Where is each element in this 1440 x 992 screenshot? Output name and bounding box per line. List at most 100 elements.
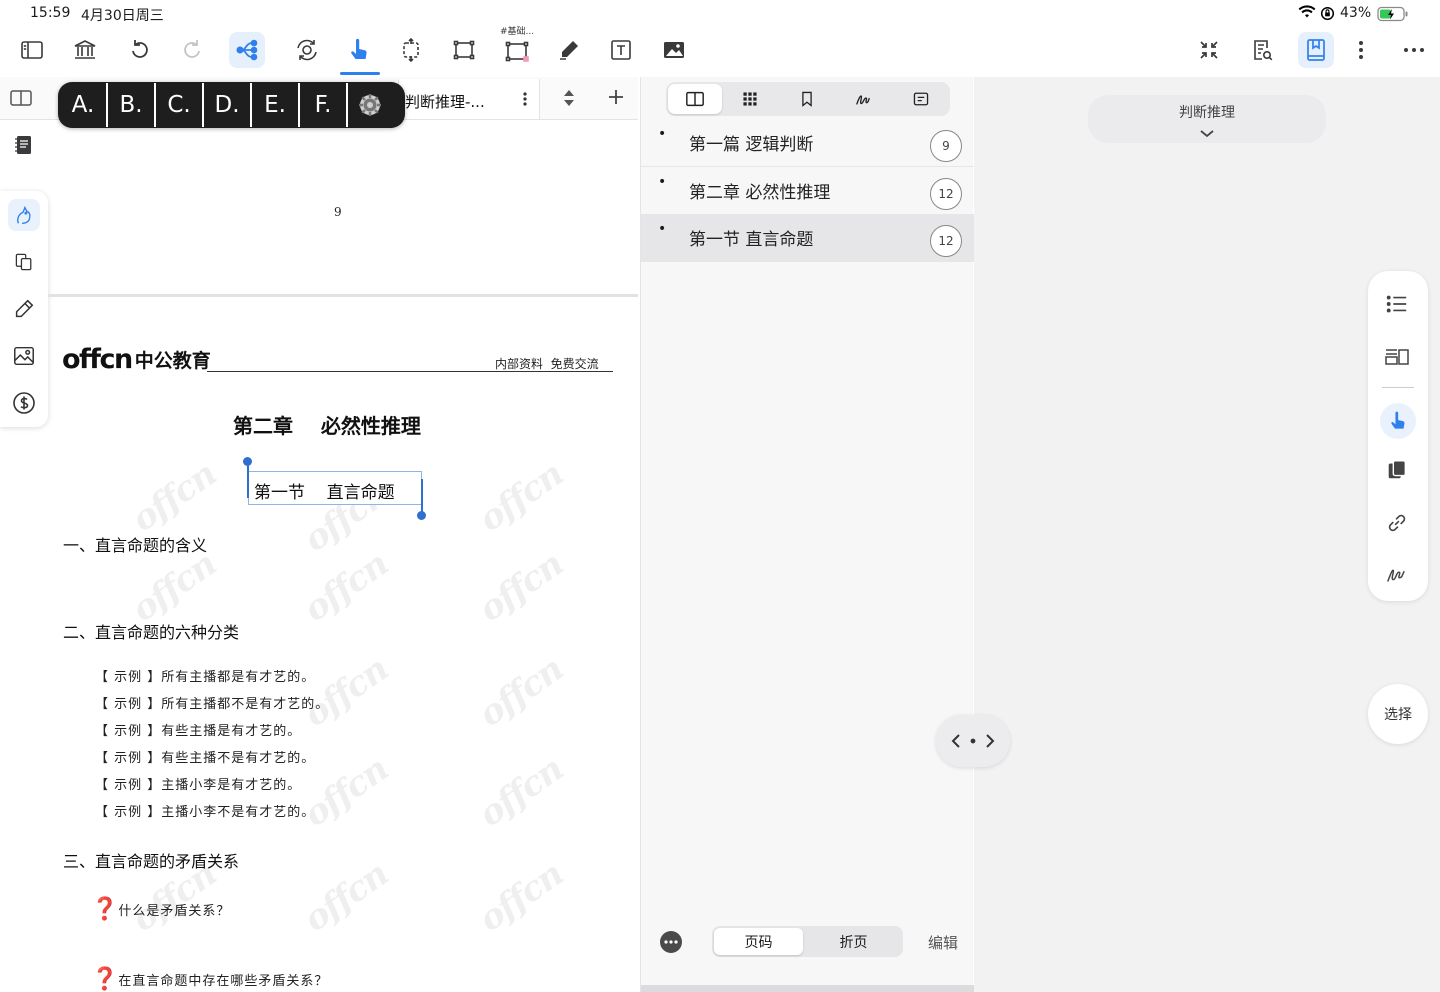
chevron-down-icon — [1199, 124, 1215, 138]
tab-grid-icon[interactable] — [722, 83, 778, 115]
outline-item[interactable]: • 第一篇 逻辑判断 9 — [641, 120, 974, 167]
notebook-dropdown[interactable]: 判断推理 — [1088, 95, 1326, 143]
layout-blocks-icon[interactable] — [1382, 341, 1412, 371]
bullet-dot: • — [658, 221, 667, 237]
more-horizontal-icon[interactable] — [1396, 32, 1432, 68]
watermark: offcn — [471, 454, 571, 540]
tab-more-icon[interactable] — [517, 89, 533, 109]
question-line: ❓ 在直言命题中存在哪些矛盾关系？ — [91, 967, 328, 992]
selection-knob-start[interactable] — [243, 457, 252, 466]
sidebar-toggle-icon[interactable] — [14, 32, 50, 68]
selection-handle-end[interactable] — [421, 479, 423, 515]
option-d-button[interactable]: D. — [204, 83, 252, 127]
active-tool-indicator — [340, 72, 380, 75]
outline-item[interactable]: • 第二章 必然性推理 12 — [641, 168, 974, 215]
chapter-title: 第二章 必然性推理 — [233, 414, 421, 438]
dollar-icon[interactable] — [8, 387, 40, 419]
outline-item-page: 12 — [930, 178, 962, 210]
text-box-icon[interactable] — [603, 32, 639, 68]
hand-pointer-icon[interactable] — [1380, 403, 1416, 439]
option-e-button[interactable]: E. — [252, 83, 300, 127]
outline-item-selected[interactable]: • 第一节 直言命题 12 — [641, 215, 974, 262]
panel-tabs — [666, 82, 950, 116]
expand-vertical-icon[interactable] — [393, 32, 429, 68]
pencil-icon[interactable] — [8, 293, 40, 325]
bullet-dot: • — [658, 126, 667, 142]
option-c-button[interactable]: C. — [156, 83, 204, 127]
edit-button[interactable]: 编辑 — [928, 932, 958, 953]
watermark: offcn — [471, 649, 571, 735]
logo-text: offcn — [62, 344, 133, 375]
hand-pointer-icon[interactable] — [341, 32, 377, 68]
notebook-icon[interactable] — [11, 132, 37, 158]
select-button[interactable]: 选择 — [1368, 684, 1428, 744]
selection-handle-start[interactable] — [247, 462, 249, 498]
example-item: 【 示例 】有些主播不是有才艺的。 — [95, 751, 316, 766]
watermark: offcn — [296, 649, 396, 735]
copy-icon[interactable] — [1382, 455, 1412, 485]
list-icon[interactable] — [1382, 289, 1412, 319]
watermark: offcn — [471, 749, 571, 835]
crop-frame-icon[interactable] — [446, 32, 482, 68]
quick-answer-bar: A. B. C. D. E. F. — [58, 82, 405, 128]
image-icon[interactable] — [656, 32, 692, 68]
watermark: offcn — [471, 854, 571, 940]
redo-icon[interactable] — [174, 32, 210, 68]
option-a-button[interactable]: A. — [60, 83, 108, 127]
lasso-cat-icon[interactable] — [8, 199, 40, 231]
more-circle-icon[interactable] — [659, 930, 683, 954]
split-view-icon[interactable] — [8, 87, 34, 109]
option-b-button[interactable]: B. — [108, 83, 156, 127]
page-divider — [48, 294, 638, 297]
watermark: offcn — [296, 854, 396, 940]
section-title: 第一节 直言命题 — [254, 483, 395, 503]
sort-arrows-icon[interactable] — [558, 87, 580, 109]
selection-box[interactable]: 第一节 直言命题 — [248, 471, 422, 505]
outline-item-page: 12 — [930, 225, 962, 257]
segment-folded-pages[interactable]: 折页 — [808, 928, 899, 955]
bullet-dot: • — [658, 174, 667, 190]
page-nav-pill — [936, 715, 1010, 767]
collapse-icon[interactable] — [1191, 32, 1227, 68]
example-item: 【 示例 】所有主播都不是有才艺的。 — [95, 697, 330, 712]
watermark: offcn — [296, 544, 396, 630]
pen-icon[interactable] — [551, 32, 587, 68]
outline-item-title: 第一篇 逻辑判断 — [689, 135, 814, 155]
tab-notes-icon[interactable] — [893, 83, 949, 115]
add-tab-icon[interactable] — [604, 85, 628, 109]
tab-pages-book-icon[interactable] — [668, 84, 722, 114]
mindmap-icon[interactable] — [229, 32, 265, 68]
undo-icon[interactable] — [122, 32, 158, 68]
main-toolbar: #基础... — [0, 27, 1440, 76]
selection-knob-end[interactable] — [417, 511, 426, 520]
example-item: 【 示例 】所有主播都是有才艺的。 — [95, 670, 316, 685]
header-note: 内部资料 免费交流 — [495, 357, 599, 371]
sync-settings-icon[interactable] — [289, 32, 325, 68]
heading-contradiction: 三、直言命题的矛盾关系 — [63, 852, 240, 871]
handwriting-icon[interactable] — [1382, 560, 1412, 590]
watermark: offcn — [124, 544, 224, 630]
left-tool-rail — [0, 191, 48, 427]
segment-page-number[interactable]: 页码 — [714, 928, 803, 955]
page-nav-arrows-icon[interactable] — [950, 731, 996, 751]
bookmark-book-icon[interactable] — [1298, 32, 1334, 68]
rail-divider — [1382, 387, 1414, 388]
option-f-button[interactable]: F. — [300, 83, 348, 127]
link-icon[interactable] — [1382, 508, 1412, 538]
region-select-icon[interactable] — [499, 34, 535, 70]
copy-pages-icon[interactable] — [8, 246, 40, 278]
outline-item-title: 第二章 必然性推理 — [689, 183, 831, 203]
heading-meaning: 一、直言命题的含义 — [63, 536, 208, 555]
gear-icon[interactable] — [348, 83, 392, 127]
tab-handwriting-icon[interactable] — [836, 83, 892, 115]
document-search-icon[interactable] — [1244, 32, 1280, 68]
photo-icon[interactable] — [8, 340, 40, 372]
document-tab[interactable]: 判断推理-... — [398, 79, 540, 119]
more-vertical-icon[interactable] — [1343, 32, 1379, 68]
library-icon[interactable] — [67, 32, 103, 68]
canvas-area[interactable]: 判断推理 选择 — [936, 77, 1440, 992]
question-mark-icon: ❓ — [91, 897, 119, 922]
outline-item-page: 9 — [930, 130, 962, 162]
document-view[interactable]: 判断推理-... A. B. C. D. E. F. 9 offcn offcn… — [0, 77, 638, 992]
tab-bookmark-icon[interactable] — [779, 83, 835, 115]
